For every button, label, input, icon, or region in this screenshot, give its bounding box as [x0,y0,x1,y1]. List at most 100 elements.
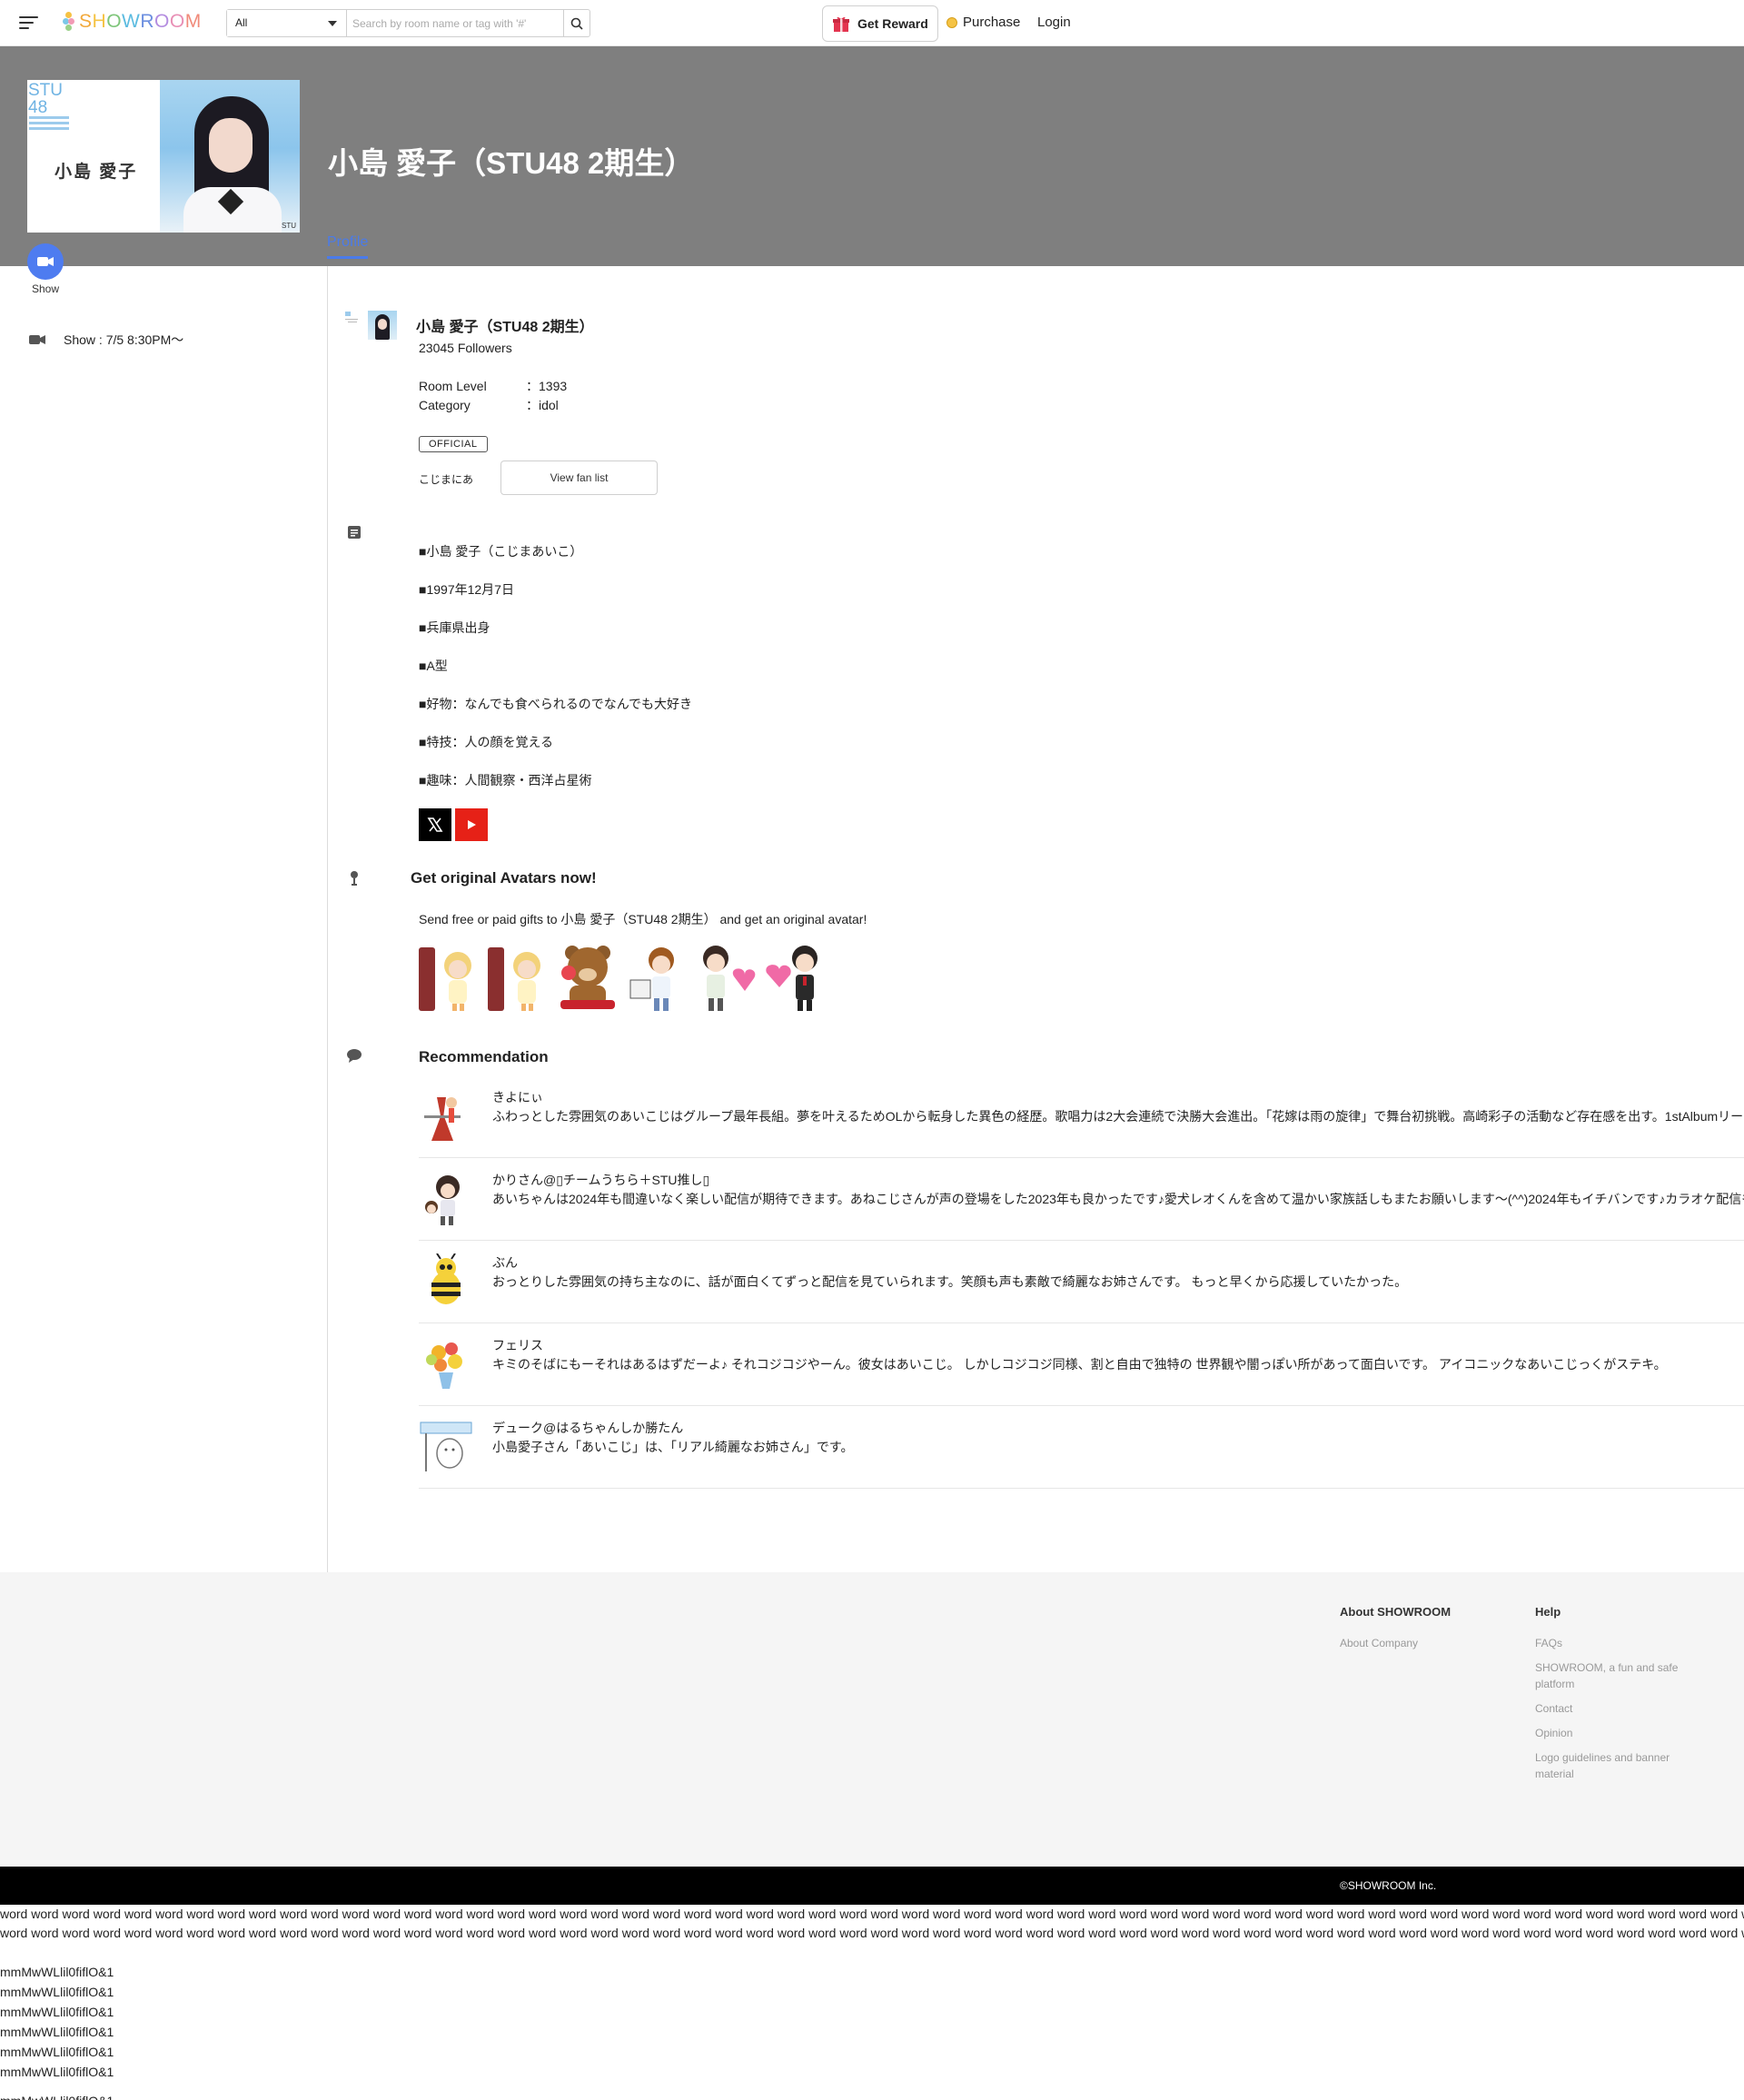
footer-link-contact[interactable]: Contact [1535,1700,1690,1717]
bio-line: ■特技：人の顔を覚える [419,735,554,749]
footer-link-faqs[interactable]: FAQs [1535,1635,1690,1651]
recommender-avatar[interactable] [419,1253,473,1308]
purchase-link[interactable]: Purchase [946,15,1020,30]
copyright-bar: ©SHOWROOM Inc. [0,1867,1744,1905]
avatar-item[interactable] [418,940,481,1013]
document-icon [348,526,361,539]
recommender-name[interactable]: きよにぃ [492,1088,543,1106]
x-logo-icon [427,817,443,832]
top-bar: SHOWROOM All Get Reward Purchase Login [0,0,1744,46]
show-button[interactable] [27,243,64,280]
banner-name: 小島 愛子 [54,163,138,182]
recommender-name[interactable]: ぶん [492,1253,518,1272]
category-value: ：idol [526,398,559,412]
recommender-avatar[interactable] [419,1171,473,1225]
search-icon [570,17,583,30]
coin-icon [946,16,957,28]
avatar-item[interactable] [694,940,758,1013]
schedule-text: Show : 7/5 8:30PM〜 [64,332,184,347]
bio-line: ■A型 [419,659,448,673]
recommendation-text: キミのそばにもーそれはあるはずだーよ♪ それコジコジやーん。彼女はあいこじ。 し… [492,1357,1667,1372]
logo-text: SHOWROOM [79,11,202,32]
recommender-avatar[interactable] [419,1336,473,1391]
test-text-block: word word word word word word word word … [0,1905,1744,2100]
list-item: かりさん@▯チームうちら＋STU推し▯ あいちゃんは2024年も間違いなく楽しい… [419,1158,1744,1241]
footer-link-about-company[interactable]: About Company [1340,1635,1494,1651]
page-title: 小島 愛子（STU48 2期生） [328,146,695,180]
footer-help-title: Help [1535,1605,1561,1619]
recommendation-list: きよにぃ ふわっとした雰囲気のあいこじはグループ最年長組。夢を叶えるためOLから… [419,1075,1744,1489]
list-item: きよにぃ ふわっとした雰囲気のあいこじはグループ最年長組。夢を叶えるためOLから… [419,1075,1744,1158]
glyph-line: mmMwWLlil0fiflO&1 [0,2025,114,2039]
get-reward-button[interactable]: Get Reward [822,5,938,42]
bio-line: ■趣味：人間観察・西洋占星術 [419,773,592,788]
list-item: ぶん おっとりした雰囲気の持ち主なのに、話が面白くてずっと配信を見ていられます。… [419,1241,1744,1323]
avatar-gallery [418,940,827,1013]
room-name: 小島 愛子（STU48 2期生） [416,320,594,335]
avatar-item[interactable] [556,940,619,1013]
glyph-line: mmMwWLlil0fiflO&1 [0,2045,114,2059]
recommender-avatar[interactable] [419,1419,473,1473]
avatar-pin-icon [351,871,358,886]
list-item: フェリス キミのそばにもーそれはあるはずだーよ♪ それコジコジやーん。彼女はあい… [419,1323,1744,1406]
avatar-item[interactable] [487,940,550,1013]
avatar-item[interactable] [763,940,827,1013]
get-reward-label: Get Reward [857,16,928,31]
recommender-name[interactable]: フェリス [492,1336,543,1354]
avatar-item[interactable] [625,940,689,1013]
footer-link-opinion[interactable]: Opinion [1535,1725,1690,1741]
showroom-logo[interactable]: SHOWROOM [63,11,202,33]
show-label: Show [32,282,60,295]
menu-icon[interactable] [19,15,39,30]
footer-about-column: About SHOWROOM About Company [1340,1605,1494,1659]
footer-link-logo-guidelines[interactable]: Logo guidelines and banner material [1535,1749,1690,1782]
video-camera-icon [29,335,45,344]
view-fan-list-button[interactable]: View fan list [500,461,658,495]
search-input[interactable] [347,10,563,36]
recommendation-text: 小島愛子さん「あいこじ」は、「リアル綺麗なお姉さん」です。 [492,1440,854,1454]
show-schedule: Show : 7/5 8:30PM〜 [29,331,183,349]
gift-icon [833,16,849,32]
search-button[interactable] [563,10,590,36]
recommendation-text: ふわっとした雰囲気のあいこじはグループ最年長組。夢を叶えるためOLから転身した異… [492,1109,1744,1124]
youtube-link[interactable] [455,808,488,841]
word-line: word word word word word word word word … [0,1926,1744,1940]
bio-line: ■1997年12月7日 [419,582,514,597]
search-category-select[interactable]: All [227,10,347,36]
tab-profile[interactable]: Profile [327,234,369,259]
official-badge: OFFICIAL [419,436,488,452]
profile-bio: ■小島 愛子（こじまあいこ） ■1997年12月7日 ■兵庫県出身 ■A型 ■好… [419,542,692,809]
video-camera-icon [37,257,54,266]
word-line: word word word word word word word word … [0,1907,1744,1921]
group-logo: STU 48 [27,80,71,134]
site-footer: About SHOWROOM About Company Help FAQs S… [0,1572,1744,1867]
glyph-line: mmMwWLlil0fiflO&1 [0,1965,114,1979]
room-banner: STU 48 小島 愛子 STU [27,80,300,233]
fan-club-name: こじまにあ [419,473,474,486]
category-label: Category [419,398,471,412]
recommender-name[interactable]: かりさん@▯チームうちら＋STU推し▯ [492,1171,709,1189]
purchase-label: Purchase [963,15,1021,30]
bio-line: ■小島 愛子（こじまあいこ） [419,544,583,559]
member-photo: STU [160,80,300,233]
social-links [419,808,488,841]
x-link[interactable] [419,808,451,841]
login-link[interactable]: Login [1037,15,1071,30]
group-logo-text: STU 48 [28,81,63,117]
copyright-text: ©SHOWROOM Inc. [1340,1879,1437,1892]
recommender-name[interactable]: デューク@はるちゃんしか勝たん [492,1419,683,1437]
search-bar: All [226,9,590,37]
avatars-section-title: Get original Avatars now! [411,869,597,887]
footer-about-title: About SHOWROOM [1340,1605,1452,1619]
recommendation-text: おっとりした雰囲気の持ち主なのに、話が面白くてずっと配信を見ていられます。笑顔も… [492,1274,1408,1289]
glyph-line: mmMwWLlil0fiflO&1 [0,1985,114,1999]
recommendation-text: あいちゃんは2024年も間違いなく楽しい配信が期待できます。あねこじさんが声の登… [492,1192,1744,1206]
glyph-line: mmMwWLlil0fiflO&1 [0,2065,114,2079]
footer-link-safe-platform[interactable]: SHOWROOM, a fun and safe platform [1535,1659,1690,1692]
glyph-line: mmMwWLlil0fiflO&1 [0,2091,1744,2100]
follower-count: 23045 Followers [419,341,512,355]
recommender-avatar[interactable] [419,1088,473,1143]
speech-bubble-icon [347,1049,362,1063]
footer-help-column: Help FAQs SHOWROOM, a fun and safe platf… [1535,1605,1690,1790]
column-divider [327,266,328,1572]
